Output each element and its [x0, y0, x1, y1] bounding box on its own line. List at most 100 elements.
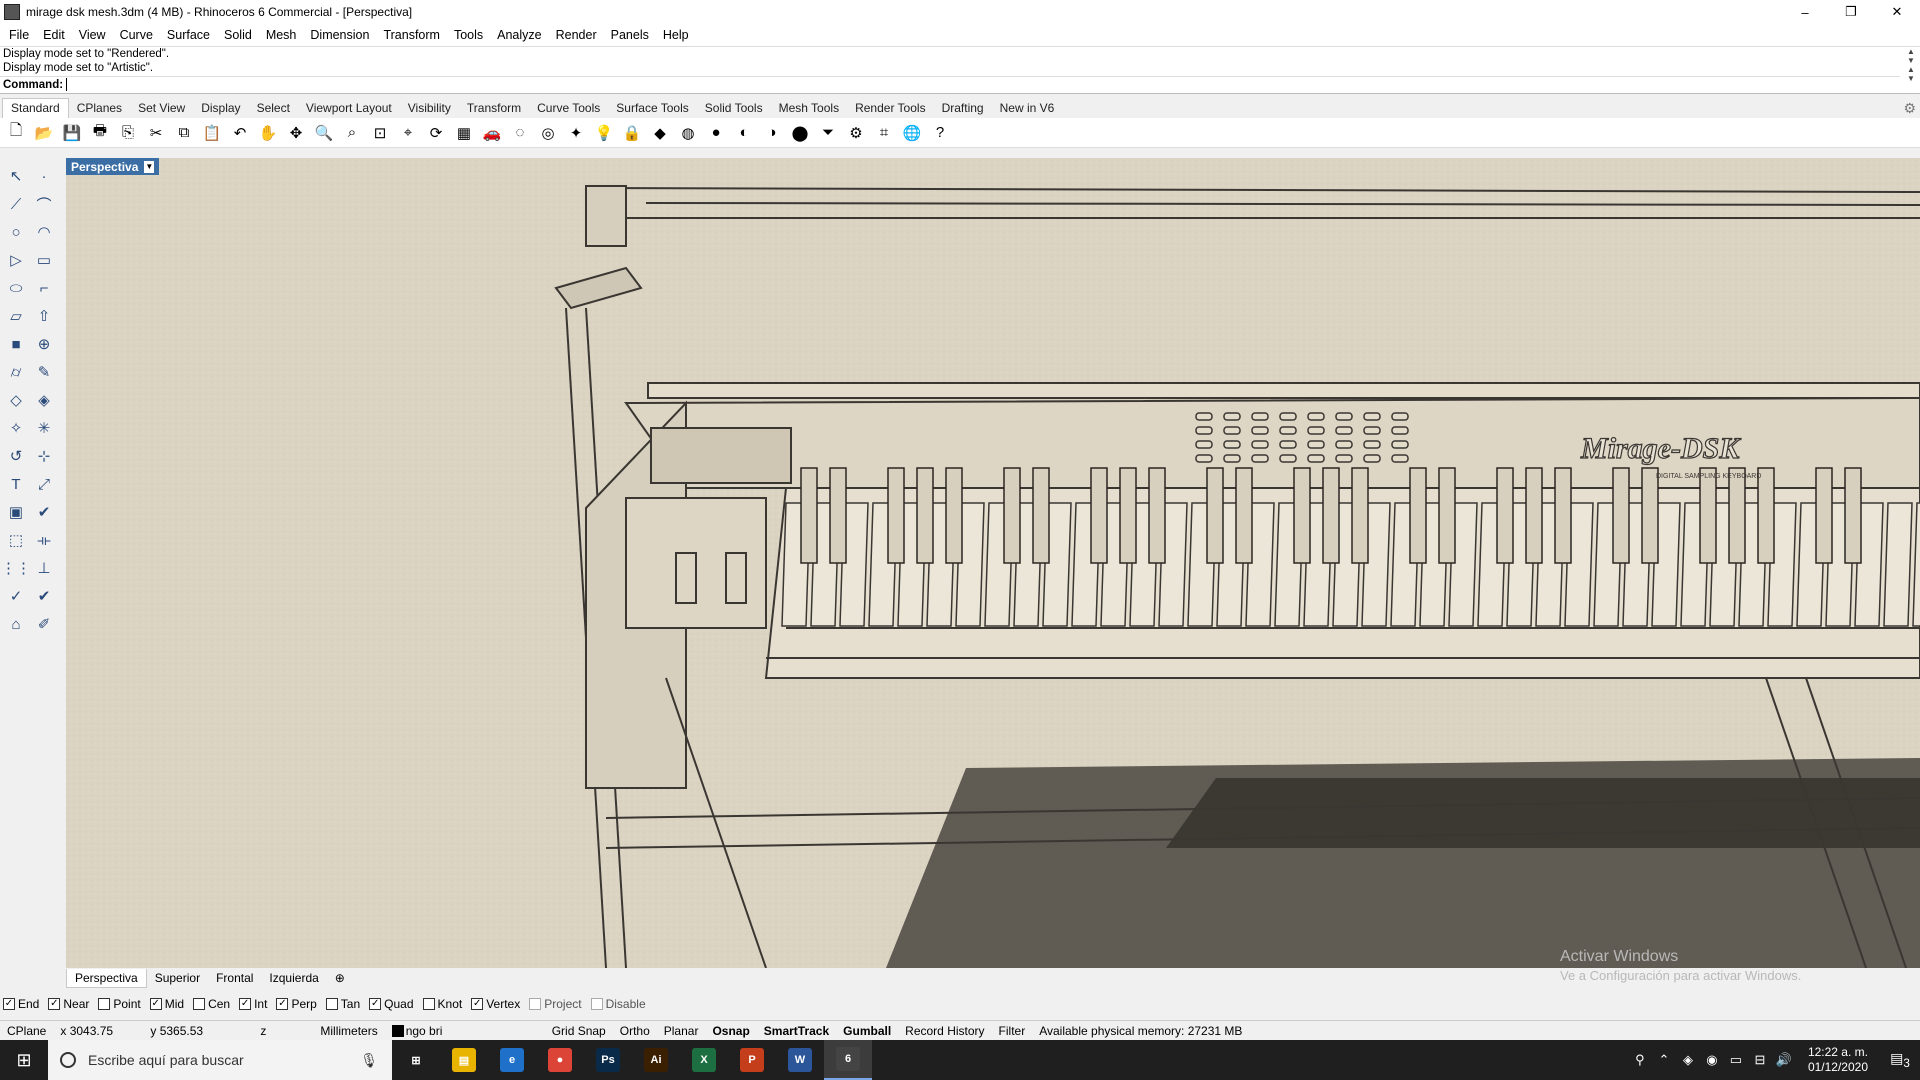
material-sphere-icon[interactable]: ⬤ [788, 121, 812, 145]
status-toggle-smarttrack[interactable]: SmartTrack [757, 1024, 836, 1038]
lock-lights-icon[interactable]: ✦ [564, 121, 588, 145]
tab-surface-tools[interactable]: Surface Tools [608, 99, 697, 118]
taskbar-task-view-icon[interactable]: ⊞ [392, 1040, 440, 1080]
osnap-checkbox[interactable] [325, 998, 338, 1010]
tab-viewport-layout[interactable]: Viewport Layout [298, 99, 400, 118]
rebuild-icon[interactable]: ↺ [2, 442, 30, 470]
scroll-up-icon[interactable]: ▲ [1907, 47, 1915, 56]
usb-icon[interactable]: ⊟ [1748, 1052, 1772, 1068]
menu-panels[interactable]: Panels [604, 28, 656, 42]
microphone-icon[interactable]: 🎙 [360, 1052, 378, 1069]
curve-icon[interactable]: ⌒ [30, 190, 58, 218]
status-toggle-osnap[interactable]: Osnap [705, 1024, 756, 1038]
osnap-checkbox[interactable] [529, 998, 542, 1010]
globe-icon[interactable]: 🌐 [900, 121, 924, 145]
rendered-sphere-icon[interactable]: ◑ [760, 121, 784, 145]
shaded-sphere-icon[interactable]: ◐ [732, 121, 756, 145]
menu-surface[interactable]: Surface [160, 28, 217, 42]
zoom-extents-icon[interactable]: ⊡ [368, 121, 392, 145]
osnap-checkbox[interactable]: ✓ [149, 998, 162, 1010]
group-icon[interactable]: ▣ [2, 498, 30, 526]
osnap-checkbox[interactable]: ✓ [276, 998, 289, 1010]
osnap-checkbox[interactable] [590, 998, 603, 1010]
scroll-down-icon[interactable]: ▼ [1907, 74, 1915, 83]
command-scrollbar[interactable]: ▲ ▼ ▲ ▼ [1902, 47, 1920, 95]
osnap-checkbox[interactable]: ✓ [48, 998, 61, 1010]
osnap-checkbox[interactable]: ✓ [471, 998, 484, 1010]
osnap-int[interactable]: ✓ Int [239, 997, 267, 1011]
cylinder-icon[interactable]: ⌭ [2, 358, 30, 386]
status-toggle-record-history[interactable]: Record History [898, 1024, 991, 1038]
hide-icon[interactable]: ◌ [508, 121, 532, 145]
menu-analyze[interactable]: Analyze [490, 28, 548, 42]
tray-chevron-icon[interactable]: ⌃ [1652, 1052, 1676, 1068]
mesh-icon[interactable]: ◇ [2, 386, 30, 414]
sphere-icon[interactable]: ● [704, 121, 728, 145]
osnap-point[interactable]: Point [98, 997, 141, 1011]
status-toggle-ortho[interactable]: Ortho [613, 1024, 657, 1038]
status-toggle-gumball[interactable]: Gumball [836, 1024, 898, 1038]
taskbar-powerpoint-icon[interactable]: P [728, 1040, 776, 1080]
array-icon[interactable]: ⋮⋮ [1, 554, 31, 582]
osnap-checkbox[interactable]: ✓ [3, 998, 15, 1010]
undo-icon[interactable]: ↶ [228, 121, 252, 145]
viewport-grid-icon[interactable]: ▦ [452, 121, 476, 145]
text-icon[interactable]: T [2, 470, 30, 498]
tab-solid-tools[interactable]: Solid Tools [697, 99, 771, 118]
taskbar-illustrator-icon[interactable]: Ai [632, 1040, 680, 1080]
osnap-end[interactable]: ✓ End [3, 997, 39, 1011]
osnap-vertex[interactable]: ✓ Vertex [471, 997, 520, 1011]
zoom-icon[interactable]: 🔍 [312, 121, 336, 145]
menu-edit[interactable]: Edit [36, 28, 72, 42]
status-toggle-planar[interactable]: Planar [657, 1024, 706, 1038]
align-icon[interactable]: ⊥ [30, 554, 58, 582]
pan-hand-icon[interactable]: ✋ [256, 121, 280, 145]
scroll-down-icon[interactable]: ▼ [1907, 56, 1915, 65]
light-icon[interactable]: ◈ [30, 386, 58, 414]
edit-points-icon[interactable]: ⊹ [30, 442, 58, 470]
add-viewport-tab-icon[interactable]: ⊕ [327, 969, 353, 987]
fillet-curve-icon[interactable]: ⌐ [30, 274, 58, 302]
tab-render-tools[interactable]: Render Tools [847, 99, 934, 118]
tab-frontal[interactable]: Frontal [208, 969, 261, 987]
osnap-checkbox[interactable] [193, 998, 206, 1010]
clock[interactable]: 12:22 a. m. 01/12/2020 [1796, 1045, 1880, 1075]
tab-mesh-tools[interactable]: Mesh Tools [771, 99, 847, 118]
osnap-disable[interactable]: Disable [590, 997, 646, 1011]
tab-transform[interactable]: Transform [459, 99, 529, 118]
polygon-icon[interactable]: ▷ [2, 246, 30, 274]
menu-file[interactable]: File [2, 28, 36, 42]
tab-izquierda[interactable]: Izquierda [261, 969, 326, 987]
open-folder-icon[interactable]: 📂 [32, 121, 56, 145]
explode-icon[interactable]: ✳ [30, 414, 58, 442]
taskbar-photoshop-icon[interactable]: Ps [584, 1040, 632, 1080]
people-icon[interactable]: ⚲ [1628, 1052, 1652, 1068]
minimize-button[interactable]: – [1782, 0, 1828, 24]
tab-select[interactable]: Select [249, 99, 298, 118]
osnap-checkbox[interactable]: ✓ [369, 998, 382, 1010]
analyze-icon[interactable]: ✔ [30, 498, 58, 526]
scale-icon[interactable]: ⤢ [30, 470, 58, 498]
tab-perspectiva[interactable]: Perspectiva [66, 968, 147, 988]
osnap-checkbox[interactable]: ✓ [239, 998, 252, 1010]
show-icon[interactable]: ◎ [536, 121, 560, 145]
arc-icon[interactable]: ◠ [30, 218, 58, 246]
zoom-selected-icon[interactable]: ⌖ [396, 121, 420, 145]
osnap-checkbox[interactable] [98, 998, 111, 1010]
menu-render[interactable]: Render [549, 28, 604, 42]
network-icon[interactable]: ▭ [1724, 1052, 1748, 1068]
tab-standard[interactable]: Standard [2, 98, 69, 118]
toolbar-settings-gear-icon[interactable]: ⚙ [1903, 100, 1916, 117]
status-toggle-grid-snap[interactable]: Grid Snap [545, 1024, 613, 1038]
menu-help[interactable]: Help [656, 28, 696, 42]
print-icon[interactable]: 🖶 [88, 121, 112, 145]
current-layer[interactable]: ngo bri [385, 1024, 545, 1038]
osnap-tan[interactable]: Tan [325, 997, 360, 1011]
menu-tools[interactable]: Tools [447, 28, 490, 42]
taskbar-rhino-icon[interactable]: 6 [824, 1040, 872, 1080]
osnap-near[interactable]: ✓ Near [48, 997, 89, 1011]
volume-icon[interactable]: 🔊 [1772, 1052, 1796, 1068]
tab-display[interactable]: Display [193, 99, 248, 118]
perspective-viewport[interactable]: Mirage-DSK DIGITAL SAMPLING KEYBOARD Per… [66, 158, 1920, 968]
units-indicator[interactable]: Millimeters [313, 1024, 384, 1038]
